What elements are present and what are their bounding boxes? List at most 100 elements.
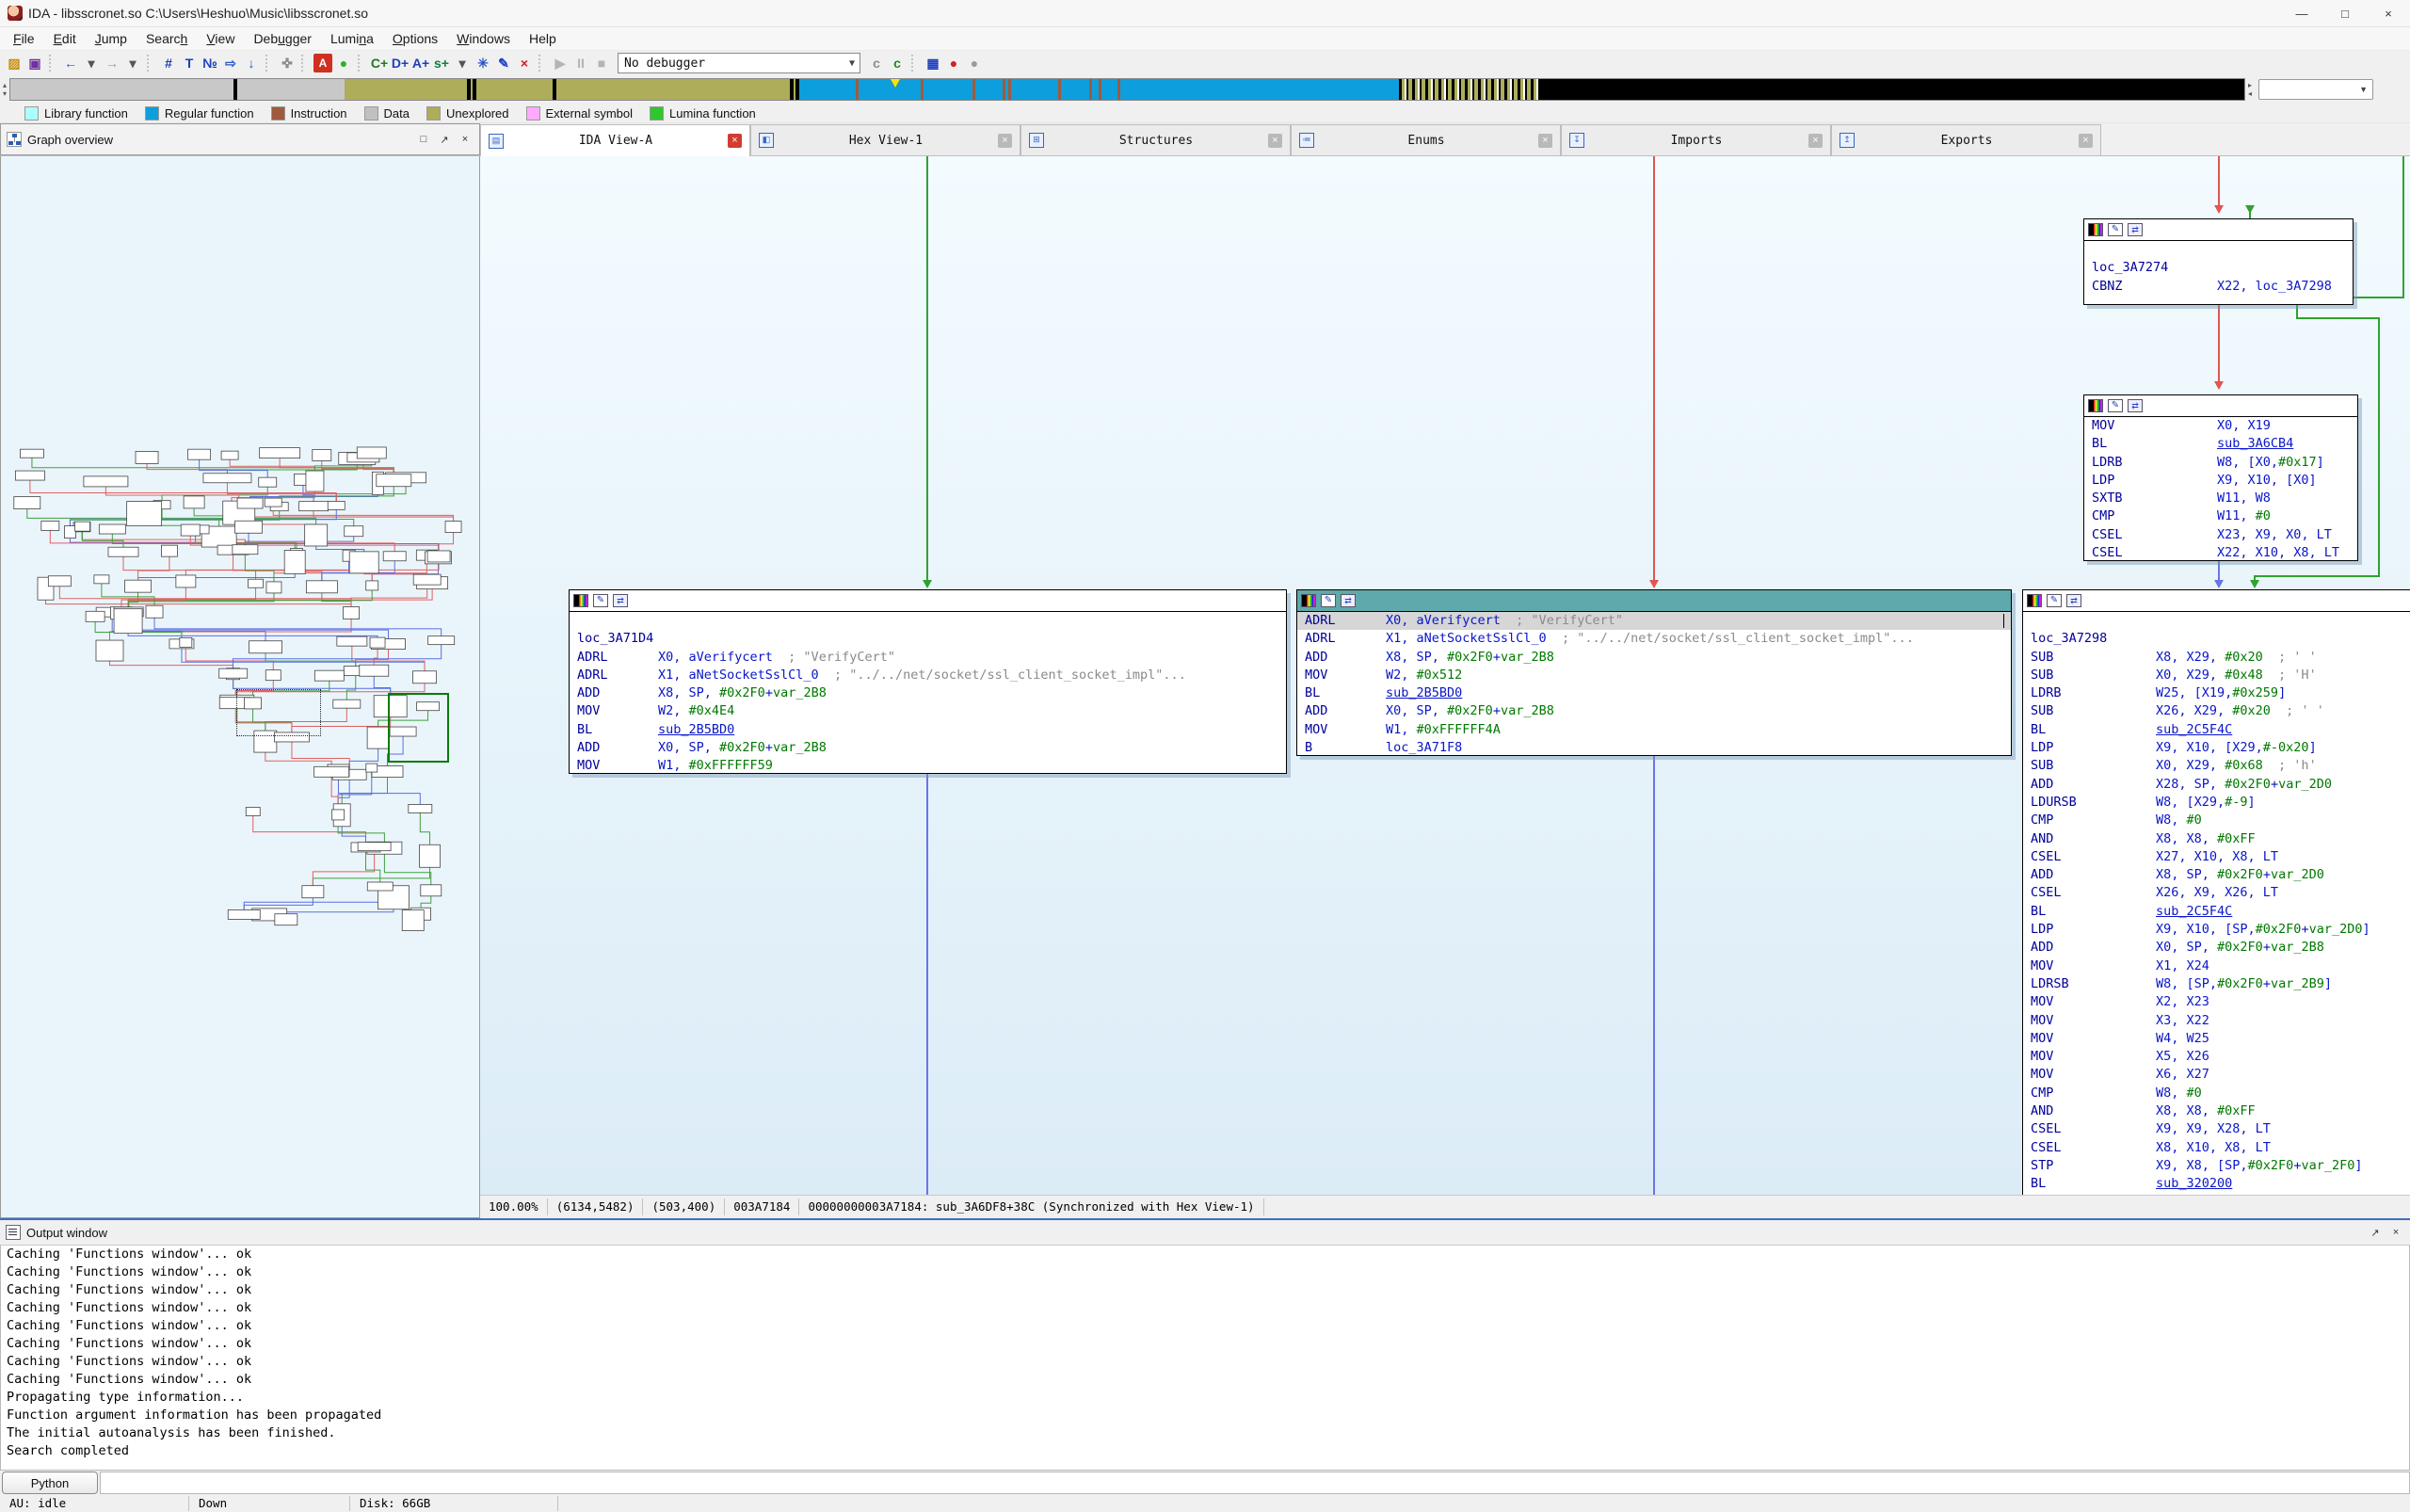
maximize-button[interactable]: □ (2323, 0, 2367, 26)
make-string-icon[interactable]: s+ (432, 54, 451, 72)
breakpoint-disable-icon[interactable]: ● (965, 54, 984, 72)
python-interpreter-button[interactable]: Python (2, 1472, 98, 1494)
graph-overview-header[interactable]: Graph overview □↗× (0, 123, 480, 155)
maximize-panel-button[interactable]: □ (415, 131, 432, 148)
forward-dropdown-icon[interactable]: ▾ (123, 54, 142, 72)
menu-debugger[interactable]: Debugger (244, 29, 321, 48)
jump-down-icon[interactable]: ↓ (242, 54, 261, 72)
close-button[interactable]: × (2367, 0, 2410, 26)
basic-block-sub_3A6CB4_call[interactable]: ✎⇄MOVX0, X19BLsub_3A6CB4LDRBW8, [X0,#0x1… (2083, 394, 2358, 561)
basic-block-current_node[interactable]: ✎⇄ADRLX0, aVerifycert ; "VerifyCert"ADRL… (1296, 589, 2012, 756)
edit-function-icon[interactable]: ✎ (494, 54, 513, 72)
make-code-icon[interactable]: C+ (370, 54, 389, 72)
tab-ida-view-a[interactable]: ▤IDA View-A× (480, 124, 750, 156)
save-icon[interactable]: ▣ (25, 54, 44, 72)
structures-icon: ⊞ (1029, 133, 1044, 148)
open-file-icon[interactable]: ▨ (5, 54, 24, 72)
group-node-icon[interactable]: ⇄ (1341, 594, 1356, 607)
band-scroll-right[interactable]: ▸◂ (2248, 82, 2252, 98)
search-immediate-icon[interactable]: № (201, 54, 219, 72)
tab-enums[interactable]: ≔Enums× (1291, 124, 1561, 155)
menu-jump[interactable]: Jump (86, 29, 137, 48)
command-line-row: Python (0, 1471, 2410, 1495)
make-name-icon[interactable]: A+ (411, 54, 430, 72)
menu-options[interactable]: Options (383, 29, 447, 48)
close-tab-icon[interactable]: × (2079, 134, 2093, 148)
jump-address-icon[interactable]: ⇨ (221, 54, 240, 72)
edit-node-icon[interactable]: ✎ (2047, 594, 2062, 607)
minimize-button[interactable]: — (2280, 0, 2323, 26)
close-tab-icon[interactable]: × (998, 134, 1012, 148)
menu-view[interactable]: View (197, 29, 244, 48)
tab-structures[interactable]: ⊞Structures× (1020, 124, 1291, 155)
debug-stop-icon[interactable]: ■ (592, 54, 611, 72)
basic-block-loc_3A71D4[interactable]: ✎⇄ loc_3A71D4ADRLX0, aVerifycert ; "Veri… (569, 589, 1287, 774)
close-tab-icon[interactable]: × (1538, 134, 1552, 148)
tab-label: Enums (1314, 134, 1538, 148)
graph-overview-panel[interactable] (0, 156, 480, 1218)
make-array-icon[interactable]: ✳ (474, 54, 492, 72)
group-node-icon[interactable]: ⇄ (2128, 399, 2143, 412)
search-hex-icon[interactable]: # (159, 54, 178, 72)
close-panel-button[interactable]: × (457, 131, 474, 148)
close-tab-icon[interactable]: × (728, 134, 742, 148)
float-panel-button[interactable]: ↗ (436, 131, 453, 148)
node-color-icon[interactable] (2088, 399, 2103, 412)
close-output-button[interactable]: × (2387, 1224, 2404, 1241)
block-title-bar: ✎⇄ (2084, 219, 2353, 241)
close-tab-icon[interactable]: × (1268, 134, 1282, 148)
tab-imports[interactable]: ↧Imports× (1561, 124, 1831, 155)
problems-icon[interactable]: A (313, 54, 332, 72)
lumina-pull-icon[interactable]: ● (334, 54, 353, 72)
basic-block-loc_3A7298[interactable]: ✎⇄ loc_3A7298SUBX8, X29, #0x20 ; ' 'SUBX… (2022, 589, 2410, 1195)
menu-lumina[interactable]: Lumina (321, 29, 383, 48)
band-segment (859, 79, 921, 100)
python-command-input[interactable] (100, 1472, 2410, 1494)
node-color-icon[interactable] (1301, 594, 1316, 607)
debug-pause-icon[interactable]: II (571, 54, 590, 72)
menu-search[interactable]: Search (137, 29, 197, 48)
node-color-icon[interactable] (2027, 594, 2042, 607)
breakpoint-add-icon[interactable]: ● (944, 54, 963, 72)
make-data-icon[interactable]: D+ (391, 54, 410, 72)
navigation-band[interactable] (9, 78, 2245, 101)
basic-block-loc_3A7274[interactable]: ✎⇄ loc_3A7274CBNZX22, loc_3A7298 (2083, 218, 2354, 305)
menu-windows[interactable]: Windows (447, 29, 520, 48)
tab-exports[interactable]: ↥Exports× (1831, 124, 2101, 155)
group-node-icon[interactable]: ⇄ (2066, 594, 2081, 607)
log-line: Caching 'Functions window'... ok (7, 1281, 2409, 1299)
node-color-icon[interactable] (2088, 223, 2103, 236)
debug-windows-icon[interactable]: ▦ (924, 54, 942, 72)
edit-node-icon[interactable]: ✎ (1321, 594, 1336, 607)
back-icon[interactable]: ← (61, 54, 80, 72)
run-script-icon[interactable]: c (888, 54, 907, 72)
menu-help[interactable]: Help (520, 29, 566, 48)
menu-file[interactable]: File (4, 29, 44, 48)
ida-graph-view[interactable]: ✎⇄ loc_3A7274CBNZX22, loc_3A7298✎⇄MOVX0,… (480, 156, 2410, 1195)
string-dropdown-icon[interactable]: ▾ (453, 54, 472, 72)
edit-node-icon[interactable]: ✎ (2108, 223, 2123, 236)
output-window-header[interactable]: Output window ↗× (0, 1220, 2410, 1246)
band-zoom-combo[interactable]: ▼ (2258, 79, 2373, 100)
group-node-icon[interactable]: ⇄ (2128, 223, 2143, 236)
debug-start-icon[interactable]: ▶ (551, 54, 570, 72)
compile-c-icon[interactable]: c (867, 54, 886, 72)
tab-hex-view-1[interactable]: ◧Hex View-1× (750, 124, 1020, 155)
back-dropdown-icon[interactable]: ▾ (82, 54, 101, 72)
minimap-viewport-rect[interactable] (236, 689, 321, 736)
menu-edit[interactable]: Edit (44, 29, 86, 48)
close-tab-icon[interactable]: × (1808, 134, 1823, 148)
group-node-icon[interactable]: ⇄ (613, 594, 628, 607)
search-text-icon[interactable]: T (180, 54, 199, 72)
undefine-icon[interactable]: × (515, 54, 534, 72)
current-address-marker[interactable] (891, 79, 900, 88)
edit-node-icon[interactable]: ✎ (593, 594, 608, 607)
band-scroll-left[interactable]: ▴▾ (3, 82, 7, 98)
node-color-icon[interactable] (573, 594, 588, 607)
debugger-selector-combo[interactable]: No debugger▼ (618, 53, 860, 73)
edit-node-icon[interactable]: ✎ (2108, 399, 2123, 412)
float-output-button[interactable]: ↗ (2367, 1224, 2384, 1241)
code-label-line: loc_3A71D4 (570, 630, 1286, 648)
cleanup-tool-icon[interactable]: ✜ (278, 54, 297, 72)
forward-icon[interactable]: → (103, 54, 121, 72)
